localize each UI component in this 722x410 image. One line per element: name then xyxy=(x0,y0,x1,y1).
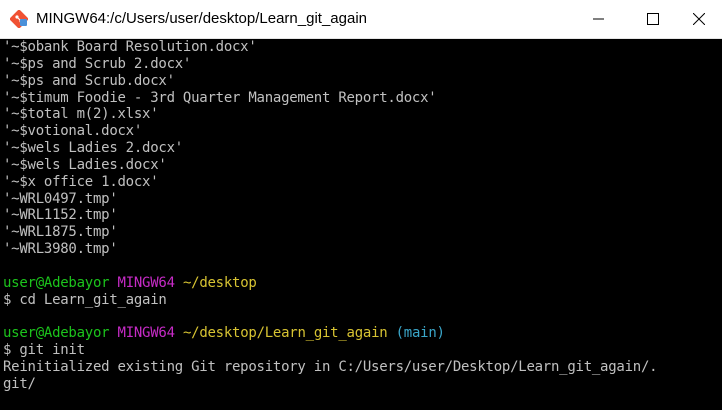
terminal-output[interactable]: '~$obank Board Resolution.docx' '~$ps an… xyxy=(0,39,722,410)
listing-line: '~WRL0497.tmp' xyxy=(3,190,118,207)
prompt-line: user@Adebayor MINGW64 ~/desktop/Learn_gi… xyxy=(3,325,722,342)
window-title: MINGW64:/c/Users/user/desktop/Learn_git_… xyxy=(36,10,367,27)
listing-line: '~$x office 1.docx' xyxy=(3,173,159,190)
close-icon xyxy=(693,13,705,25)
listing-line: '~$obank Board Resolution.docx' xyxy=(3,39,257,55)
prompt-path: ~/desktop xyxy=(182,274,257,291)
minimize-button[interactable] xyxy=(576,0,622,38)
prompt-host: MINGW64 xyxy=(117,325,176,342)
listing-line: '~$total m(2).xlsx' xyxy=(3,106,159,123)
listing-line: '~$ps and Scrub 2.docx' xyxy=(3,55,192,72)
listing-line: '~WRL1152.tmp' xyxy=(3,207,118,224)
prompt-host: MINGW64 xyxy=(117,274,176,291)
maximize-button[interactable] xyxy=(630,0,676,38)
close-button[interactable] xyxy=(676,0,722,38)
minimize-icon xyxy=(593,18,604,20)
maximize-icon xyxy=(647,13,659,25)
prompt-user: user@Adebayor xyxy=(3,325,110,342)
terminal-window: MINGW64:/c/Users/user/desktop/Learn_git_… xyxy=(0,0,722,410)
title-bar[interactable]: MINGW64:/c/Users/user/desktop/Learn_git_… xyxy=(0,0,722,39)
listing-line: '~$wels Ladies 2.docx' xyxy=(3,140,183,157)
listing-line: '~WRL3980.tmp' xyxy=(3,241,118,258)
listing-line: '~$wels Ladies.docx' xyxy=(3,156,167,173)
command-line: $ git init xyxy=(3,342,85,359)
prompt-branch: (main) xyxy=(395,325,445,342)
listing-line: '~$timum Foodie - 3rd Quarter Management… xyxy=(3,89,437,106)
git-bash-icon xyxy=(10,10,28,28)
listing-line: '~$votional.docx' xyxy=(3,123,143,140)
listing-line: '~$ps and Scrub.docx' xyxy=(3,72,175,89)
listing-line: '~WRL1875.tmp' xyxy=(3,224,118,241)
output-line: git/ xyxy=(3,375,36,392)
output-line: Reinitialized existing Git repository in… xyxy=(3,359,658,376)
prompt-line: user@Adebayor MINGW64 ~/desktop xyxy=(3,275,722,292)
prompt-path: ~/desktop/Learn_git_again xyxy=(182,325,388,342)
command-line: $ cd Learn_git_again xyxy=(3,291,167,308)
prompt-user: user@Adebayor xyxy=(3,274,110,291)
